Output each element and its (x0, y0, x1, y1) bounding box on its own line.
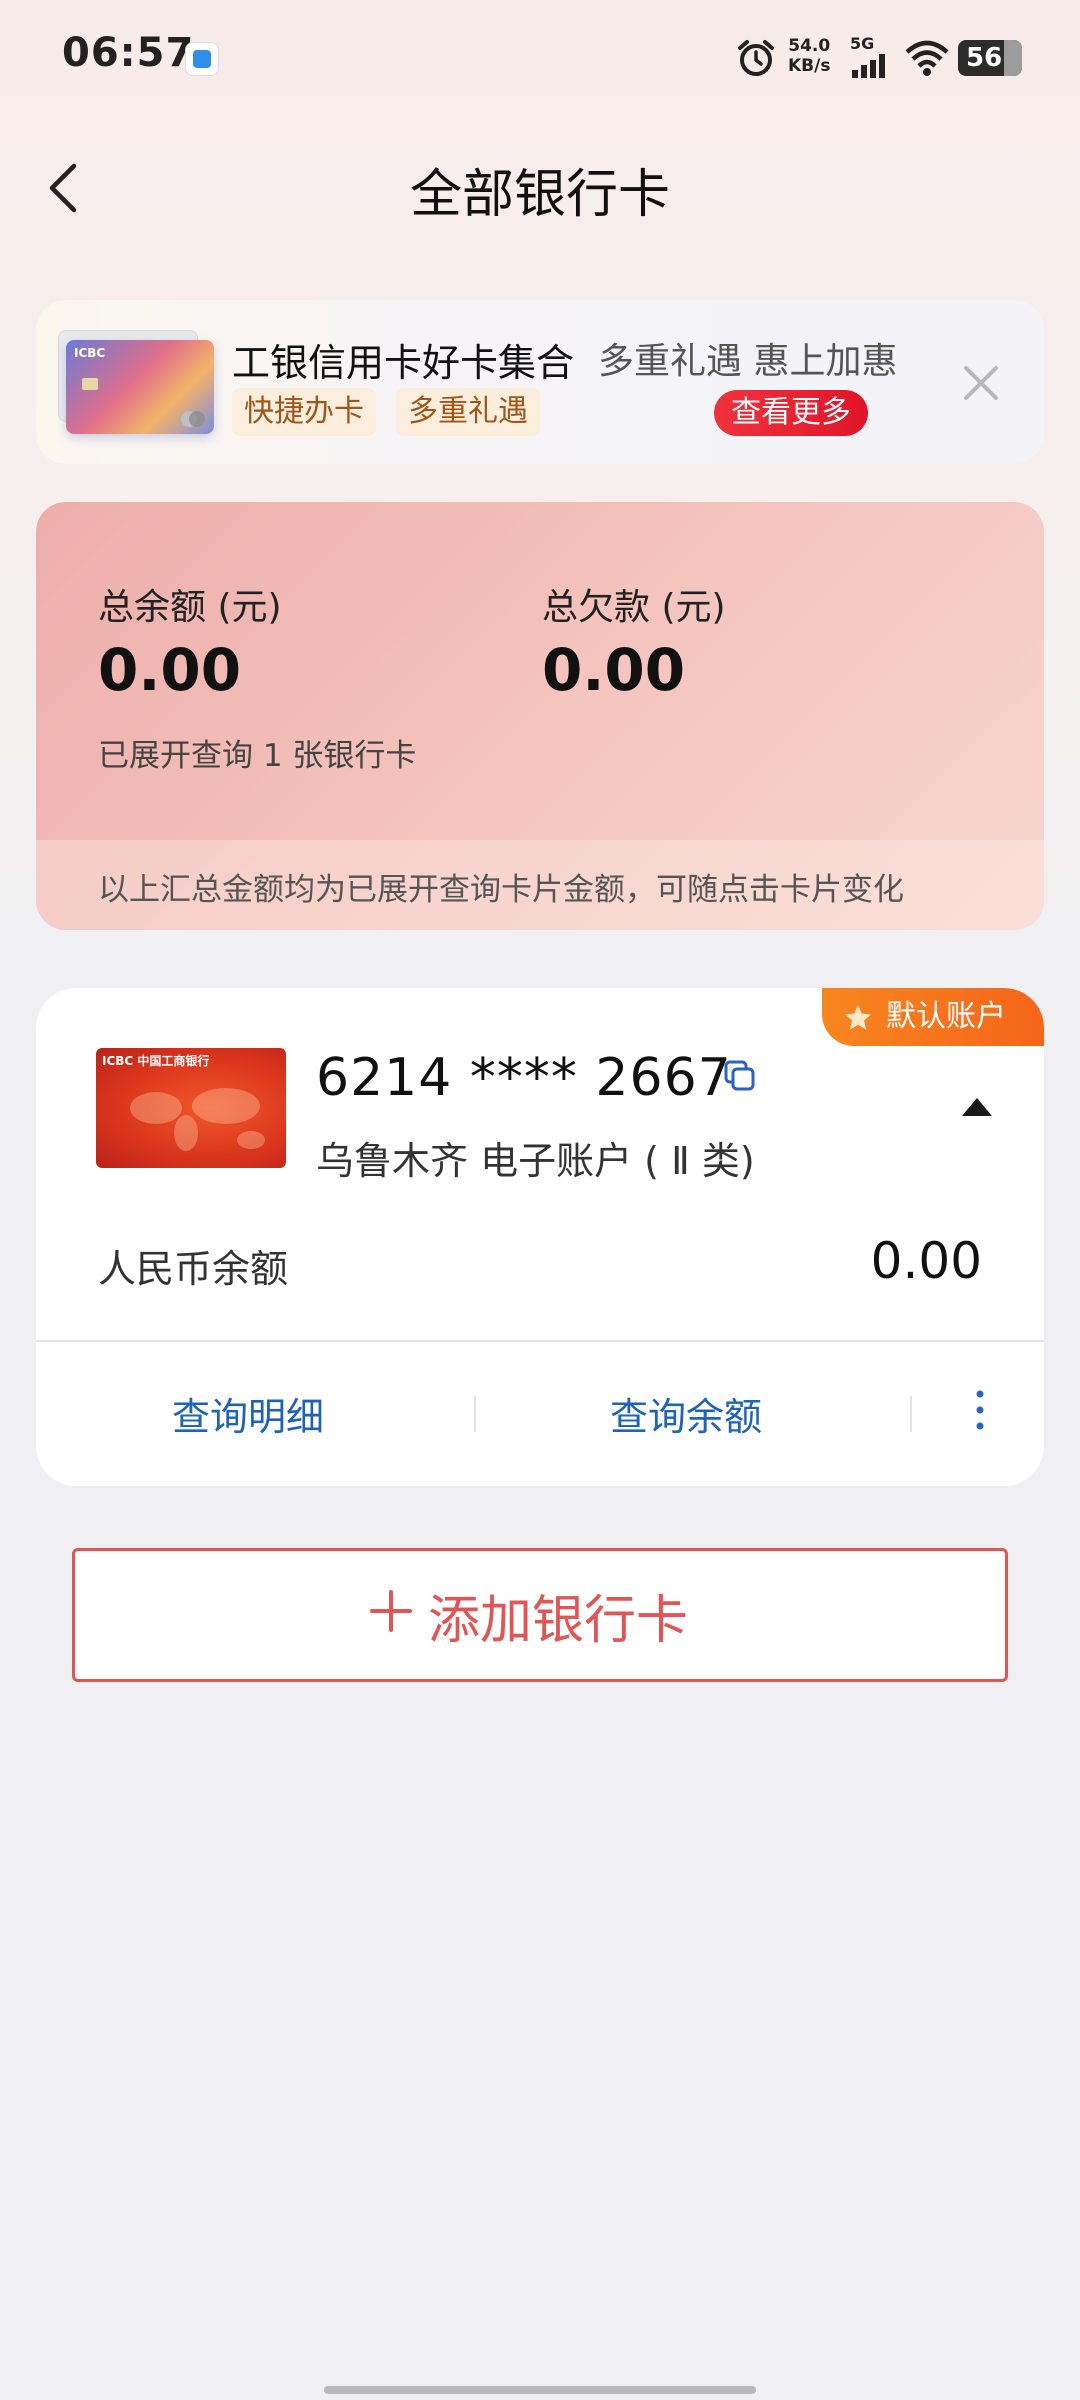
expanded-card-count: 已展开查询 1 张银行卡 (98, 738, 417, 774)
total-balance-value: 0.00 (98, 636, 242, 704)
rmb-balance-label: 人民币余额 (98, 1247, 289, 1291)
card-chip-icon (82, 378, 98, 390)
battery-icon: 56 (958, 40, 1022, 76)
query-details-button[interactable]: 查询明细 (172, 1386, 324, 1441)
battery-level: 56 (966, 43, 1003, 73)
bank-card-image: ICBC 中国工商银行 (96, 1048, 286, 1168)
add-bank-card-label: 添加银行卡 (428, 1591, 689, 1651)
promo-subtitle: 多重礼遇 惠上加惠 (598, 341, 898, 382)
status-time: 06:57 (62, 30, 195, 76)
total-debt-label: 总欠款 (元) (542, 587, 726, 628)
promo-tag-rewards: 多重礼遇 (396, 388, 540, 436)
close-icon[interactable] (960, 362, 1002, 404)
total-balance-label: 总余额 (元) (98, 587, 282, 628)
plus-icon (370, 1590, 412, 1632)
summary-note: 以上汇总金额均为已展开查询卡片金额，可随点击卡片变化 (98, 872, 904, 908)
divider (36, 1340, 1044, 1342)
app-notification-icon (185, 42, 219, 76)
network-speed-unit: KB/s (788, 56, 831, 76)
query-balance-button[interactable]: 查询余额 (610, 1386, 762, 1441)
star-icon (845, 1005, 871, 1030)
action-separator (474, 1396, 476, 1432)
action-separator (910, 1396, 912, 1432)
promo-tag-quick-apply: 快捷办卡 (232, 388, 376, 436)
copy-icon[interactable] (722, 1058, 758, 1094)
see-more-button[interactable]: 查看更多 (714, 390, 868, 436)
triangle-up-icon[interactable] (960, 1096, 994, 1118)
card-number: 6214 **** 2667 (316, 1048, 732, 1108)
bank-logo: ICBC 中国工商银行 (102, 1054, 210, 1068)
promo-card-logo: ICBC (74, 346, 106, 360)
network-speed: 54.0 KB/s (788, 36, 830, 76)
total-debt-value: 0.00 (542, 636, 686, 704)
wifi-icon (905, 40, 949, 76)
world-map-graphic (130, 1088, 265, 1151)
network-speed-value: 54.0 (788, 36, 831, 56)
more-vertical-icon[interactable] (968, 1384, 992, 1436)
alarm-icon (738, 40, 774, 76)
page-title: 全部银行卡 (409, 165, 670, 225)
network-type: 5G (850, 34, 875, 53)
home-indicator[interactable] (324, 2386, 756, 2394)
promo-card-image: ICBC (66, 340, 214, 434)
rmb-balance-value: 0.00 (870, 1232, 982, 1290)
account-description: 乌鲁木齐 电子账户 ( Ⅱ 类) (316, 1139, 755, 1183)
card-network-icon (181, 411, 205, 427)
signal-bars-icon (852, 54, 885, 78)
signal-icon: 5G (850, 36, 898, 80)
promo-title: 工银信用卡好卡集合 (232, 341, 575, 385)
